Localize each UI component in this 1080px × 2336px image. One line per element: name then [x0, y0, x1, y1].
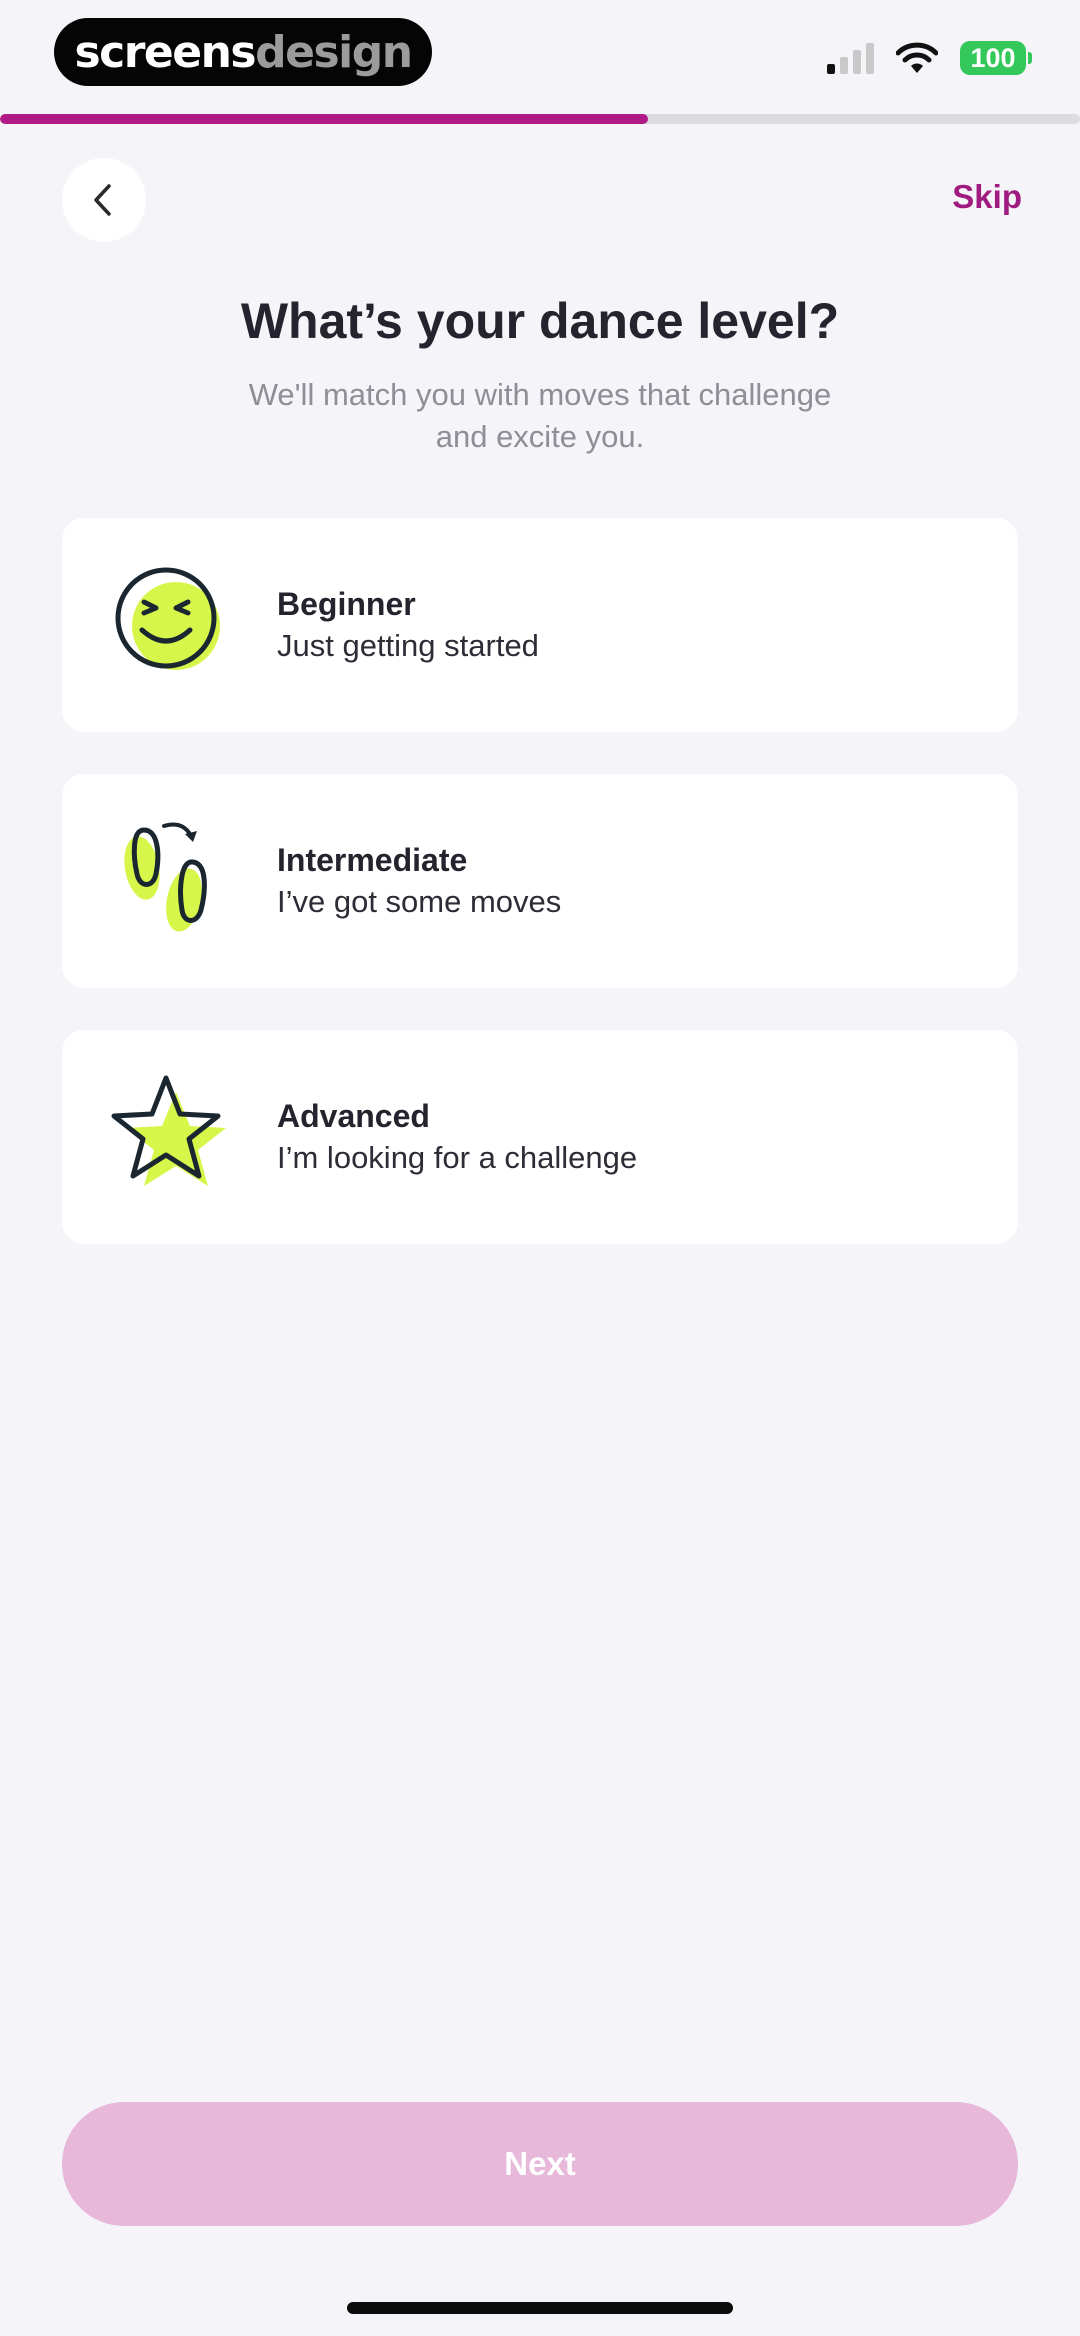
option-label: Intermediate	[277, 842, 468, 878]
chevron-left-icon	[94, 184, 111, 216]
battery-icon: 100	[960, 41, 1032, 75]
wifi-icon	[896, 42, 938, 73]
option-description: Just getting started	[277, 628, 539, 663]
smiley-icon	[115, 567, 220, 670]
brand-text-screens: screens	[74, 26, 256, 78]
star-icon	[111, 1075, 226, 1186]
progress-bar	[0, 114, 1080, 124]
option-text: Advanced I’m looking for a challenge	[277, 1096, 637, 1180]
brand-text-design: design	[255, 26, 413, 78]
option-description: I’m looking for a challenge	[277, 1140, 638, 1175]
option-intermediate[interactable]: Intermediate I’ve got some moves	[62, 774, 1018, 988]
skip-button[interactable]: Skip	[952, 178, 1022, 216]
next-button[interactable]: Next	[62, 2102, 1018, 2226]
page-subtitle: We'll match you with moves that challeng…	[248, 377, 832, 454]
screen: screens design 100 Skip What’s your dance…	[0, 0, 1080, 2336]
battery-level: 100	[970, 42, 1016, 73]
brand-logo: screens design	[54, 18, 432, 86]
option-label: Beginner	[277, 586, 416, 622]
option-text: Intermediate I’ve got some moves	[277, 840, 561, 924]
option-description: I’ve got some moves	[277, 884, 562, 919]
footprints-icon	[124, 822, 207, 932]
option-beginner[interactable]: Beginner Just getting started	[62, 518, 1018, 732]
home-indicator	[347, 2302, 733, 2314]
progress-fill	[0, 114, 648, 124]
option-text: Beginner Just getting started	[277, 584, 539, 668]
option-advanced[interactable]: Advanced I’m looking for a challenge	[62, 1030, 1018, 1244]
signal-icon	[827, 42, 874, 74]
status-icons: 100	[827, 36, 1032, 80]
page-title: What’s your dance level?	[240, 293, 840, 349]
level-options: Beginner Just getting started Intermedia…	[62, 518, 1018, 1286]
back-button[interactable]	[62, 158, 146, 242]
option-label: Advanced	[277, 1098, 430, 1134]
